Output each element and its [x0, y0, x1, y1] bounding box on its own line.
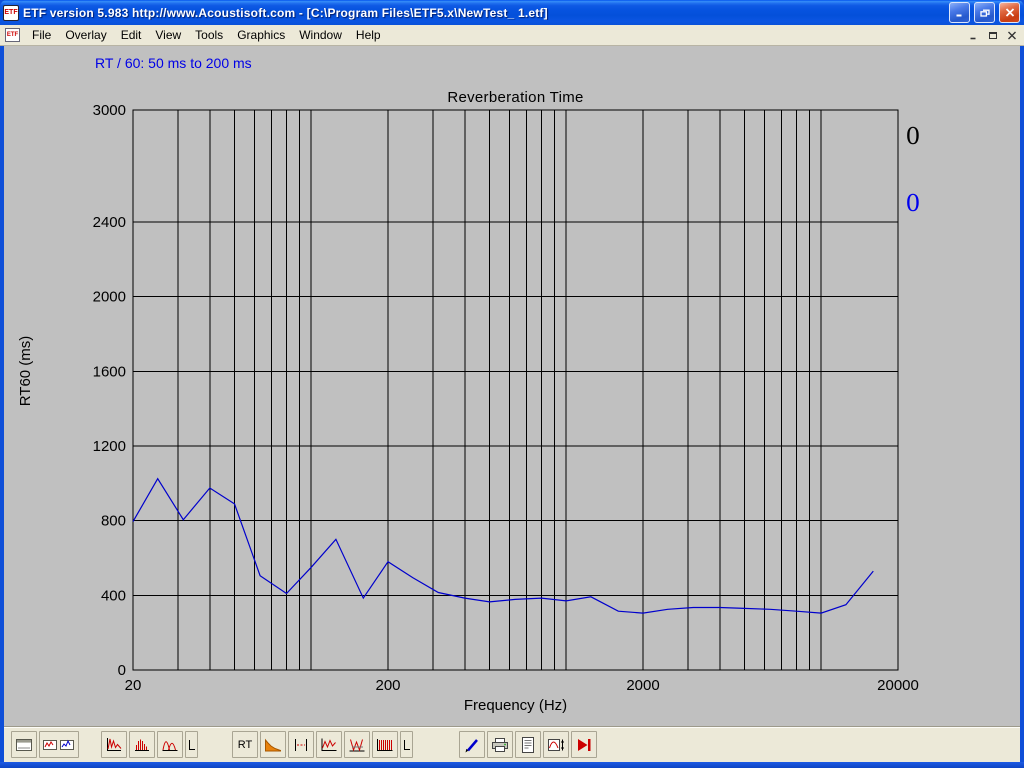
bottom-toolbar: RT — [4, 726, 1020, 762]
impulse-icon — [104, 736, 124, 754]
dense-comb-icon — [375, 736, 395, 754]
menu-file[interactable]: File — [25, 25, 58, 45]
mini-axis-icon — [402, 736, 411, 754]
dual-display-button[interactable] — [39, 731, 79, 758]
menu-window[interactable]: Window — [292, 25, 349, 45]
close-button[interactable] — [999, 2, 1020, 23]
spectrum-icon — [263, 736, 283, 754]
app-window: ETF ETF version 5.983 http://www.Acousti… — [0, 0, 1024, 768]
y-tick-label: 2400 — [93, 214, 126, 231]
mini-window-icon — [14, 736, 34, 754]
menu-help[interactable]: Help — [349, 25, 388, 45]
y-tick-label: 400 — [101, 587, 126, 604]
child-minimize-button[interactable] — [965, 28, 983, 43]
zigzag-icon — [319, 736, 339, 754]
dual-display-icon — [42, 736, 76, 754]
chart-area: RT / 60: 50 ms to 200 ms Reverberation T… — [4, 46, 1020, 726]
comb-filter-button[interactable] — [129, 731, 155, 758]
waterfall-icon — [347, 736, 367, 754]
child-close-button[interactable] — [1003, 28, 1021, 43]
window-bottom-border — [0, 762, 1024, 768]
restore-icon — [980, 8, 990, 17]
app-icon: ETF — [3, 5, 19, 21]
child-restore-button[interactable] — [984, 28, 1002, 43]
pencil-icon — [462, 736, 482, 754]
notes-button[interactable] — [515, 731, 541, 758]
menu-graphics[interactable]: Graphics — [230, 25, 292, 45]
dense-comb-button[interactable] — [372, 731, 398, 758]
minimize-button[interactable] — [949, 2, 970, 23]
waterfall-button[interactable] — [344, 731, 370, 758]
x-tick-label: 200 — [375, 677, 400, 694]
print-button[interactable] — [487, 731, 513, 758]
y-tick-label: 3000 — [93, 102, 126, 119]
impulse-response-button[interactable] — [101, 731, 127, 758]
titlebar[interactable]: ETF ETF version 5.983 http://www.Acousti… — [0, 0, 1024, 25]
mini-window-button[interactable] — [11, 731, 37, 758]
play-icon — [574, 736, 594, 754]
menu-overlay[interactable]: Overlay — [58, 25, 113, 45]
decay-curves-icon — [160, 736, 180, 754]
x-tick-label: 2000 — [626, 677, 659, 694]
gate-button[interactable] — [288, 731, 314, 758]
menubar: ETF File Overlay Edit View Tools Graphic… — [0, 25, 1024, 46]
close-icon — [1005, 8, 1015, 17]
y-tick-label: 1200 — [93, 438, 126, 455]
chart-canvas[interactable]: 0400800120016002000240030002020020002000… — [4, 46, 1020, 726]
y-tick-label: 2000 — [93, 289, 126, 306]
menu-edit[interactable]: Edit — [114, 25, 149, 45]
menu-tools[interactable]: Tools — [188, 25, 230, 45]
rt60-button[interactable]: RT — [232, 731, 258, 758]
child-window-icon[interactable]: ETF — [5, 28, 20, 42]
child-close-icon — [1007, 31, 1017, 40]
filter-button[interactable] — [543, 731, 569, 758]
printer-icon — [490, 736, 510, 754]
x-tick-label: 20 — [125, 677, 142, 694]
filter-icon — [546, 736, 566, 754]
decay-curves-button[interactable] — [157, 731, 183, 758]
y-tick-label: 800 — [101, 513, 126, 530]
pencil-button[interactable] — [459, 731, 485, 758]
mini-axis-icon — [187, 736, 196, 754]
child-minimize-icon — [969, 31, 979, 40]
mini-axis-button-1[interactable] — [185, 731, 198, 758]
child-restore-icon — [988, 31, 998, 40]
rt60-series-line — [133, 479, 873, 613]
gate-icon — [291, 736, 311, 754]
comb-icon — [132, 736, 152, 754]
minimize-icon — [955, 8, 965, 17]
play-button[interactable] — [571, 731, 597, 758]
spectrum-button[interactable] — [260, 731, 286, 758]
mini-axis-button-2[interactable] — [400, 731, 413, 758]
restore-button[interactable] — [974, 2, 995, 23]
plot-border — [133, 110, 898, 670]
x-tick-label: 20000 — [877, 677, 919, 694]
document-icon — [518, 736, 538, 754]
zigzag-button[interactable] — [316, 731, 342, 758]
y-tick-label: 1600 — [93, 363, 126, 380]
menu-view[interactable]: View — [148, 25, 188, 45]
window-title: ETF version 5.983 http://www.Acoustisoft… — [23, 6, 945, 20]
